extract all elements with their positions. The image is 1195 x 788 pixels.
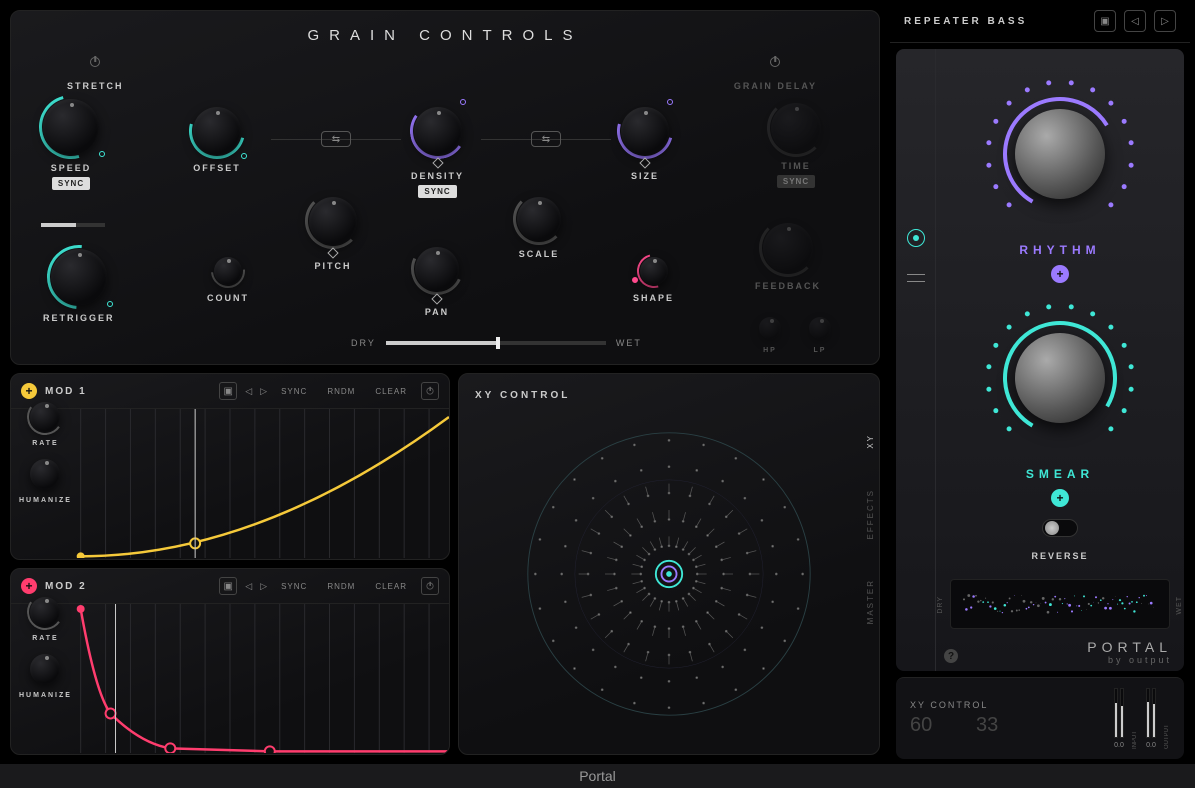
- view-circle-icon[interactable]: [907, 229, 925, 247]
- smear-knob[interactable]: [975, 293, 1145, 463]
- view-sliders-icon[interactable]: [907, 271, 925, 285]
- logo: PORTAL by output: [1087, 639, 1172, 665]
- mod2-rndm[interactable]: RNDM: [321, 579, 361, 594]
- xy-tab-xy[interactable]: XY: [866, 434, 875, 449]
- smear-assign[interactable]: +: [1051, 489, 1069, 507]
- grain-controls-panel: GRAIN CONTROLS STRETCH SPEED SYNC: [10, 10, 880, 365]
- shape-knob[interactable]: SHAPE: [633, 257, 674, 303]
- link-density-size[interactable]: ⇆: [531, 131, 561, 147]
- power-icon: [90, 57, 100, 67]
- output-meter-l: [1146, 688, 1150, 738]
- mod1-preset-icon[interactable]: ▣: [219, 382, 237, 400]
- input-meter-l: [1114, 688, 1118, 738]
- mod2-curve-editor[interactable]: [11, 604, 449, 754]
- density-sync-button[interactable]: SYNC: [418, 185, 456, 198]
- waveform-strip[interactable]: DRY WET: [950, 579, 1170, 629]
- pitch-knob[interactable]: PITCH: [309, 197, 357, 271]
- xy-value-x: 60: [910, 714, 960, 737]
- xy-tab-effects[interactable]: EFFECTS: [866, 489, 875, 539]
- link-offset-density[interactable]: ⇆: [321, 131, 351, 147]
- stretch-power[interactable]: STRETCH: [67, 57, 124, 91]
- mod1-power[interactable]: [421, 382, 439, 400]
- mod2-clear[interactable]: CLEAR: [369, 579, 413, 594]
- grain-drywet-slider[interactable]: DRY WET: [351, 338, 642, 348]
- grain-title: GRAIN CONTROLS: [31, 27, 859, 44]
- mod1-clear[interactable]: CLEAR: [369, 384, 413, 399]
- delay-hp-knob[interactable]: HP: [759, 317, 781, 354]
- count-knob[interactable]: COUNT: [207, 257, 249, 303]
- output-meter-r: [1152, 688, 1156, 738]
- mod2-prev[interactable]: ◁: [245, 581, 252, 592]
- delay-time-knob[interactable]: TIME SYNC: [771, 103, 821, 188]
- xy-tab-master[interactable]: MASTER: [866, 579, 875, 624]
- delay-feedback-knob[interactable]: FEEDBACK: [755, 223, 821, 291]
- mod2-next[interactable]: ▷: [260, 581, 267, 592]
- delay-sync-button[interactable]: SYNC: [777, 175, 815, 188]
- scale-knob[interactable]: SCALE: [517, 197, 561, 259]
- preset-browser-icon[interactable]: ▣: [1094, 10, 1116, 32]
- xy-value-y: 33: [976, 714, 1026, 737]
- preset-header: REPEATER BASS ▣ ◁ ▷: [890, 0, 1190, 43]
- mod1-prev[interactable]: ◁: [245, 386, 252, 397]
- rhythm-knob[interactable]: [975, 69, 1145, 239]
- rhythm-assign[interactable]: +: [1051, 265, 1069, 283]
- offset-knob[interactable]: OFFSET: [193, 107, 241, 173]
- mod1-sync[interactable]: SYNC: [275, 384, 313, 399]
- mod1-rndm[interactable]: RNDM: [321, 384, 361, 399]
- help-icon[interactable]: ?: [944, 649, 958, 663]
- pan-knob[interactable]: PAN: [415, 247, 459, 317]
- mod2-rate-knob[interactable]: RATE: [30, 597, 60, 642]
- reverse-toggle[interactable]: [1042, 519, 1078, 537]
- mod2-panel: + MOD 2 ▣ ◁ ▷ SYNC RNDM CLEAR: [10, 568, 450, 755]
- input-meter-r: [1120, 688, 1124, 738]
- mod2-power[interactable]: [421, 577, 439, 595]
- grain-delay-power[interactable]: GRAIN DELAY: [734, 57, 817, 91]
- density-knob[interactable]: DENSITY SYNC: [411, 107, 464, 198]
- mod1-badge[interactable]: +: [21, 383, 37, 399]
- app-title: Portal: [0, 764, 1195, 788]
- xy-pad[interactable]: [509, 414, 829, 734]
- speed-slider[interactable]: [41, 223, 105, 227]
- preset-prev[interactable]: ◁: [1124, 10, 1146, 32]
- mod1-humanize-knob[interactable]: HUMANIZE: [19, 459, 72, 504]
- preset-next[interactable]: ▷: [1154, 10, 1176, 32]
- footer-panel: XY CONTROL 60 33 0.0 INPUT: [896, 677, 1184, 759]
- speed-sync-button[interactable]: SYNC: [52, 177, 90, 190]
- mod1-curve-editor[interactable]: [11, 409, 449, 559]
- xy-panel: XY CONTROL: [458, 373, 880, 755]
- mod2-preset-icon[interactable]: ▣: [219, 577, 237, 595]
- mod2-badge[interactable]: +: [21, 578, 37, 594]
- delay-lp-knob[interactable]: LP: [809, 317, 831, 354]
- mod1-next[interactable]: ▷: [260, 386, 267, 397]
- size-knob[interactable]: SIZE: [621, 107, 669, 181]
- mod2-sync[interactable]: SYNC: [275, 579, 313, 594]
- mod2-humanize-knob[interactable]: HUMANIZE: [19, 654, 72, 699]
- mod1-panel: + MOD 1 ▣ ◁ ▷ SYNC RNDM CLEAR: [10, 373, 450, 560]
- power-icon: [770, 57, 780, 67]
- retrigger-knob[interactable]: RETRIGGER: [43, 249, 115, 323]
- mod1-rate-knob[interactable]: RATE: [30, 402, 60, 447]
- speed-knob[interactable]: SPEED SYNC: [43, 99, 99, 190]
